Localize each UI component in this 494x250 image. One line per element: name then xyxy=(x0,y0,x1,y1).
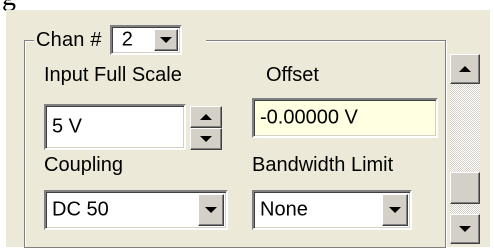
arrow-down-icon xyxy=(200,136,212,142)
bandwidth-limit-select[interactable]: None xyxy=(252,190,412,230)
arrow-up-icon xyxy=(200,114,212,120)
channel-dropdown-button[interactable] xyxy=(153,29,178,51)
coupling-select[interactable]: DC 50 xyxy=(44,190,228,230)
coupling-label: Coupling xyxy=(44,154,123,176)
bandwidth-limit-select-value: None xyxy=(260,198,308,221)
offset-value: -0.00000 V xyxy=(260,106,358,129)
channel-label: Chan # xyxy=(36,28,102,51)
offset-label: Offset xyxy=(266,64,319,86)
scroll-up-icon xyxy=(459,66,471,72)
spin-up-button[interactable] xyxy=(190,106,222,128)
chevron-down-icon xyxy=(389,207,401,213)
channel-select[interactable]: 2 xyxy=(109,25,182,55)
input-full-scale-spinner[interactable] xyxy=(190,106,222,150)
coupling-dropdown-button[interactable] xyxy=(198,194,224,226)
spin-down-button[interactable] xyxy=(190,128,222,150)
scroll-up-button[interactable] xyxy=(450,54,480,84)
input-full-scale-field[interactable]: 5 V xyxy=(44,104,186,150)
scroll-down-icon xyxy=(459,226,471,232)
scrollbar-thumb[interactable] xyxy=(450,172,480,204)
chevron-down-icon xyxy=(205,207,217,213)
bandwidth-limit-dropdown-button[interactable] xyxy=(382,194,408,226)
input-full-scale-label: Input Full Scale xyxy=(44,64,182,86)
scroll-down-button[interactable] xyxy=(450,214,480,244)
chevron-down-icon xyxy=(159,37,172,43)
coupling-select-value: DC 50 xyxy=(52,198,109,221)
channel-group-legend: Chan # 2 xyxy=(34,24,206,56)
channel-select-value: 2 xyxy=(121,28,133,51)
channel-settings-panel: Chan # 2 Input Full Scale 5 V Offset -0.… xyxy=(6,10,490,248)
input-full-scale-value: 5 V xyxy=(52,115,83,138)
bandwidth-limit-label: Bandwidth Limit xyxy=(252,154,394,176)
offset-field[interactable]: -0.00000 V xyxy=(252,98,438,138)
vertical-scrollbar[interactable] xyxy=(450,54,480,244)
